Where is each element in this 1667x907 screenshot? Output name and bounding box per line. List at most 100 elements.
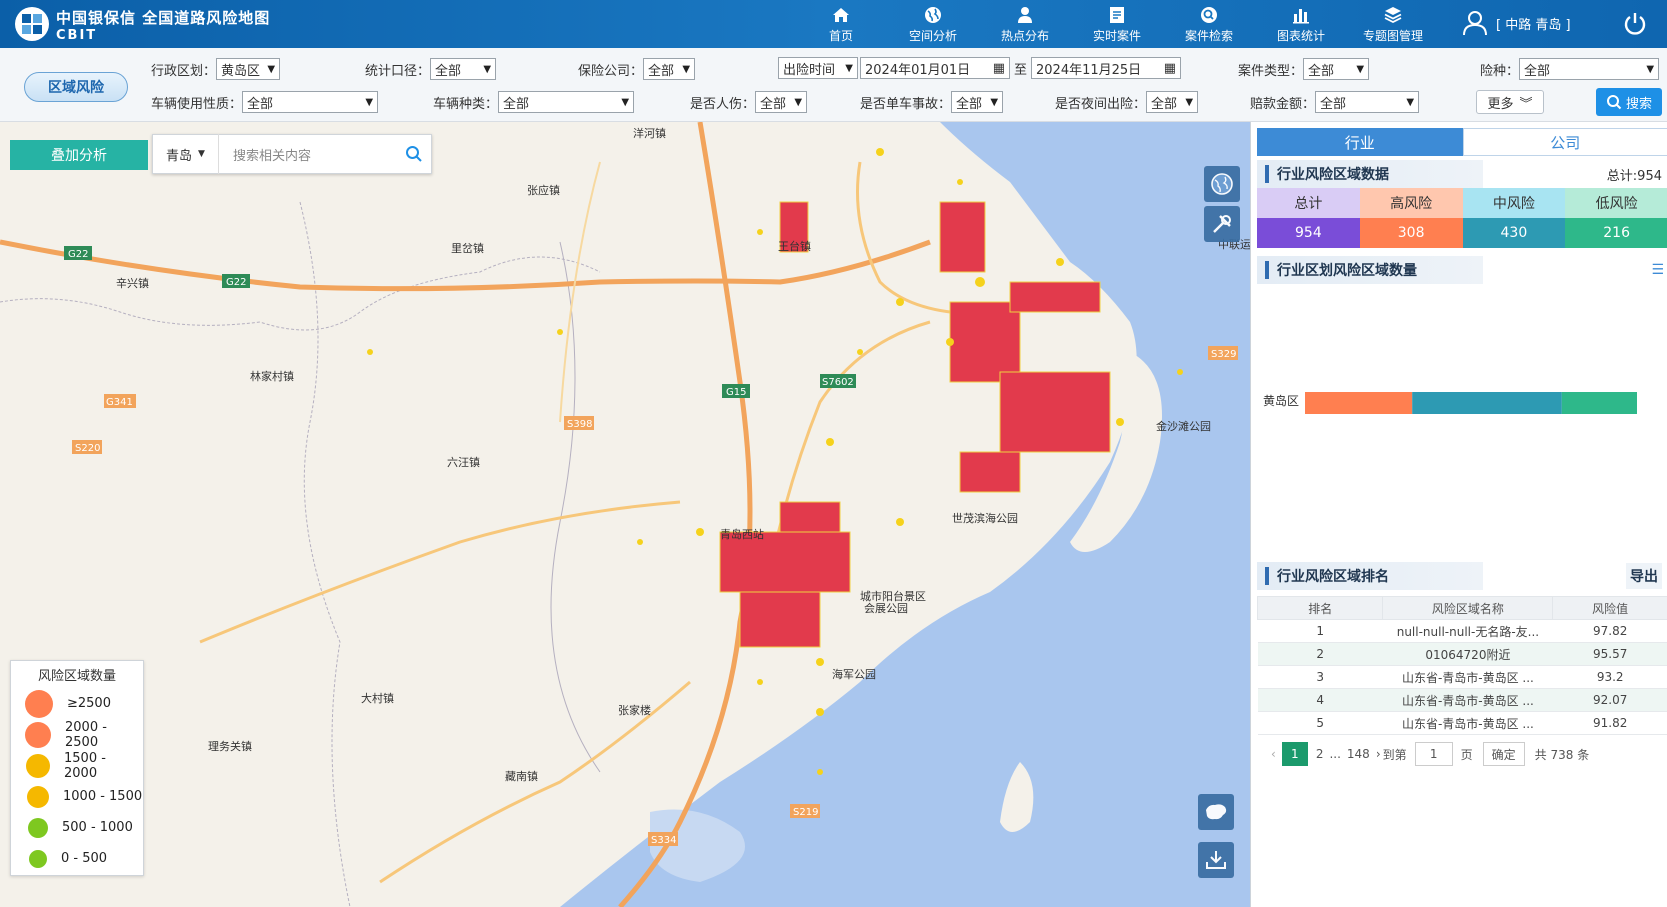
brand-abbr: CBIT: [56, 28, 98, 43]
injury-select[interactable]: 全部 ▼: [755, 91, 808, 113]
insurer-select[interactable]: 全部 ▼: [643, 58, 696, 80]
summary-low: 低风险 216: [1565, 188, 1667, 248]
list-icon[interactable]: ☰: [1651, 262, 1664, 278]
table-row[interactable]: 1 null-null-null-无名路-友... 97.82: [1257, 619, 1667, 643]
amount-select[interactable]: 全部 ▼: [1315, 91, 1420, 113]
bar-segment-低风险[interactable]: [1561, 392, 1637, 414]
vtype-filter: 车辆种类： 全部 ▼: [433, 91, 635, 113]
nav-thematic-maps[interactable]: 专题图管理: [1347, 0, 1439, 48]
export-button[interactable]: 导出: [1626, 563, 1662, 589]
page-current[interactable]: 1: [1281, 742, 1308, 766]
brand: 中国银保信 全国道路风险地图 CBIT: [56, 7, 270, 43]
tools-icon[interactable]: [1204, 206, 1240, 242]
globe-icon: [925, 6, 941, 23]
page-2[interactable]: 2: [1316, 747, 1324, 761]
city-select[interactable]: 青岛 ▼: [153, 134, 219, 174]
table-row[interactable]: 3 山东省-青岛市-黄岛区 ... 93.2: [1257, 665, 1667, 689]
chevron-down-icon: ▼: [682, 63, 691, 75]
chevron-down-icon: ▼: [267, 63, 276, 75]
user-menu[interactable]: [ 中路 青岛 ]: [1462, 10, 1571, 36]
power-icon[interactable]: [1622, 11, 1648, 37]
summary-high: 高风险 308: [1359, 188, 1463, 248]
confirm-button[interactable]: 确定: [1482, 742, 1525, 766]
time-type-select[interactable]: 出险时间 ▼: [778, 57, 858, 79]
section-bar: [1265, 165, 1269, 183]
case-filter: 案件类型： 全部 ▼: [1238, 58, 1370, 80]
area-name-cell: 山东省-青岛市-黄岛区 ...: [1382, 688, 1553, 712]
svg-text:会展公园: 会展公园: [864, 602, 908, 615]
nav-label: 图表统计: [1276, 28, 1325, 43]
overlay-analysis-button[interactable]: 叠加分析: [10, 140, 148, 170]
bar-segment-高风险[interactable]: [1305, 392, 1413, 414]
page-input[interactable]: 1: [1414, 742, 1453, 766]
single-value: 全部: [956, 96, 983, 112]
table-row[interactable]: 4 山东省-青岛市-黄岛区 ... 92.07: [1257, 688, 1667, 712]
svg-text:辛兴镇: 辛兴镇: [116, 276, 149, 290]
admin-label: 行政区划：: [151, 63, 217, 79]
night-select[interactable]: 全部 ▼: [1146, 91, 1199, 113]
svg-text:S219: S219: [793, 807, 818, 818]
nav-home[interactable]: 首页: [795, 0, 887, 48]
svg-text:世茂滨海公园: 世茂滨海公园: [952, 511, 1018, 525]
nav-label: 空间分析: [908, 28, 957, 43]
nav-case-search[interactable]: 案件检索: [1163, 0, 1255, 48]
injury-filter: 是否人伤： 全部 ▼: [690, 91, 808, 113]
nav-label: 首页: [828, 28, 853, 43]
risk-value-cell: 91.82: [1552, 711, 1667, 735]
col-rank: 排名: [1256, 596, 1384, 620]
night-value: 全部: [1151, 96, 1178, 112]
legend-row: 1500 - 2000: [11, 750, 143, 781]
pagination: ‹ 1 2 ... 148 › 到第 1 页 确定 共 738 条: [1271, 742, 1589, 766]
prev-page-icon[interactable]: ‹: [1271, 747, 1276, 761]
rank-cell: 4: [1257, 688, 1383, 712]
nav-realtime-cases[interactable]: 实时案件: [1071, 0, 1163, 48]
svg-text:城市阳台景区: 城市阳台景区: [860, 589, 926, 603]
china-map-icon[interactable]: [1198, 794, 1234, 830]
insurer-value: 全部: [648, 63, 675, 79]
bar-segment-中风险[interactable]: [1412, 392, 1562, 414]
rank-cell: 2: [1257, 642, 1383, 666]
map-canvas[interactable]: 洋河镇 张应镇 里岔镇 辛兴镇 林家村镇 六汪镇 大村镇 理务关镇 藏南镇 张家…: [0, 122, 1250, 907]
single-select[interactable]: 全部 ▼: [951, 91, 1004, 113]
risk-select[interactable]: 全部 ▼: [1519, 58, 1660, 80]
risk-value: 全部: [1524, 63, 1551, 79]
right-panel: 行业 公司 行业风险区域数据 总计:954 总计 954 高风险 308 中风险…: [1250, 122, 1667, 907]
admin-select[interactable]: 黄岛区 ▼: [216, 58, 281, 80]
region-risk-button[interactable]: 区域风险: [24, 72, 128, 102]
calendar-icon[interactable]: ▦: [993, 61, 1005, 76]
svg-text:S329: S329: [1211, 349, 1236, 360]
more-button[interactable]: 更多 ︾: [1476, 90, 1544, 114]
table-header-row: 排名 风险区域名称 风险值: [1256, 596, 1667, 620]
calendar-icon[interactable]: ▦: [1164, 61, 1176, 76]
risk-map[interactable]: 洋河镇 张应镇 里岔镇 辛兴镇 林家村镇 六汪镇 大村镇 理务关镇 藏南镇 张家…: [0, 122, 1250, 907]
next-page-icon[interactable]: ›: [1376, 747, 1381, 761]
download-icon[interactable]: [1198, 842, 1234, 878]
search-button[interactable]: 搜索: [1596, 88, 1662, 116]
night-filter: 是否夜间出险： 全部 ▼: [1055, 91, 1199, 113]
case-select[interactable]: 全部 ▼: [1303, 58, 1370, 80]
svg-text:金沙滩公园: 金沙滩公园: [1156, 419, 1211, 433]
usage-select[interactable]: 全部 ▼: [242, 91, 379, 113]
globe-tool-icon[interactable]: [1204, 166, 1240, 202]
area-name-cell: null-null-null-无名路-友...: [1382, 619, 1553, 643]
nav-hotspot[interactable]: 热点分布: [979, 0, 1071, 48]
table-row[interactable]: 5 山东省-青岛市-黄岛区 ... 91.82: [1257, 711, 1667, 735]
table-row[interactable]: 2 01064720附近 95.57: [1257, 642, 1667, 666]
bar-chart-icon: [1293, 8, 1309, 23]
vtype-select[interactable]: 全部 ▼: [498, 91, 635, 113]
date-from-input[interactable]: 2024年01月01日 ▦: [860, 57, 1010, 79]
page-last[interactable]: 148: [1347, 747, 1370, 761]
risk-filter: 险种： 全部 ▼: [1480, 58, 1660, 80]
nav-charts[interactable]: 图表统计: [1255, 0, 1347, 48]
legend-title: 风险区域数量: [37, 669, 116, 684]
stat-select[interactable]: 全部 ▼: [430, 58, 497, 80]
chevron-down-icon: ▼: [1356, 63, 1365, 75]
svg-text:G22: G22: [68, 249, 88, 260]
tab-company[interactable]: 公司: [1462, 128, 1667, 156]
nav-spatial-analysis[interactable]: 空间分析: [887, 0, 979, 48]
tab-industry[interactable]: 行业: [1257, 128, 1463, 156]
region-count-chart: 黄岛区: [1263, 392, 1637, 414]
search-icon[interactable]: [397, 145, 431, 163]
date-to-input[interactable]: 2024年11月25日 ▦: [1031, 57, 1182, 79]
map-search-input[interactable]: 搜索相关内容: [219, 145, 397, 164]
